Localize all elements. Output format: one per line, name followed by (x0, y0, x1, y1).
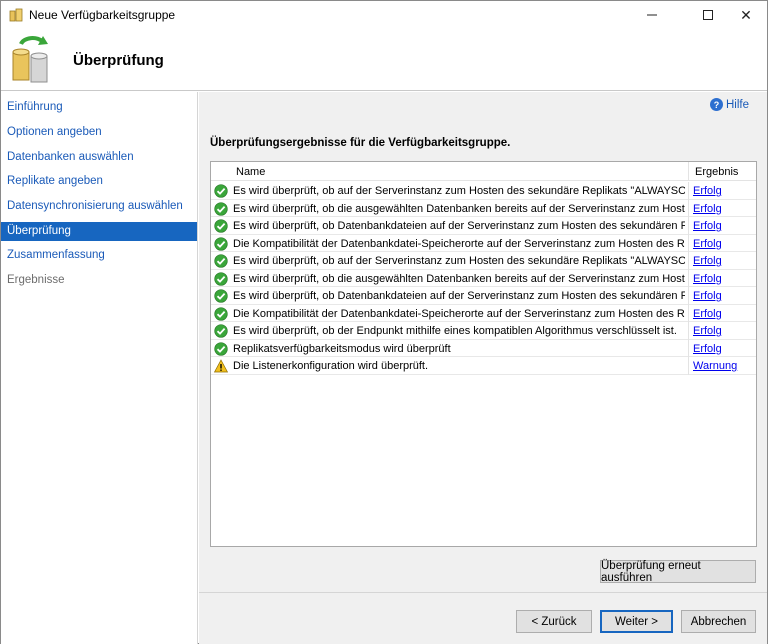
nav-step-optionen[interactable]: Optionen angeben (1, 123, 197, 142)
help-link[interactable]: ? Hilfe (709, 98, 749, 111)
nav-step-einfuehrung[interactable]: Einführung (1, 98, 197, 117)
row-result-link[interactable]: Erfolg (693, 273, 722, 285)
row-result-link[interactable]: Erfolg (693, 220, 722, 232)
table-row[interactable]: Es wird überprüft, ob Datenbankdateien a… (211, 287, 756, 305)
table-row[interactable]: Die Listenerkonfiguration wird überprüft… (211, 357, 756, 375)
success-check-icon (214, 236, 228, 251)
table-row[interactable]: Es wird überprüft, ob Datenbankdateien a… (211, 217, 756, 235)
success-check-icon (214, 306, 228, 321)
success-check-icon (214, 219, 228, 233)
row-result-link[interactable]: Erfolg (693, 238, 722, 250)
nav-step-zusammenfassung[interactable]: Zusammenfassung (1, 246, 197, 265)
footer-divider (199, 592, 767, 593)
success-check-icon (214, 289, 228, 303)
page-title: Überprüfung (73, 52, 164, 69)
row-name: Es wird überprüft, ob Datenbankdateien a… (233, 290, 685, 302)
column-divider (688, 357, 689, 375)
nav-step-ergebnisse: Ergebnisse (7, 274, 65, 286)
results-grid[interactable]: Name Ergebnis Es wird überprüft, ob auf … (210, 161, 757, 547)
column-divider (688, 217, 689, 235)
results-heading: Überprüfungsergebnisse für die Verfügbar… (210, 137, 511, 149)
column-divider (688, 304, 689, 322)
wizard-header: Überprüfung (1, 29, 767, 91)
row-name: Es wird überprüft, ob die ausgewählten D… (233, 272, 685, 285)
maximize-icon (703, 10, 713, 20)
title-bar: Neue Verfügbarkeitsgruppe ✕ (1, 1, 767, 29)
row-name: Replikatsverfügbarkeitsmodus wird überpr… (233, 342, 451, 355)
back-button[interactable]: < Zurück (516, 610, 592, 633)
window-title: Neue Verfügbarkeitsgruppe (29, 8, 176, 22)
close-button[interactable]: ✕ (723, 1, 768, 29)
table-row[interactable]: Es wird überprüft, ob die ausgewählten D… (211, 199, 756, 217)
row-name: Es wird überprüft, ob Datenbankdateien a… (233, 220, 685, 232)
column-divider (688, 322, 689, 340)
nav-step-datenbanken[interactable]: Datenbanken auswählen (1, 148, 197, 167)
minimize-icon (647, 14, 657, 16)
row-result-link[interactable]: Erfolg (693, 343, 722, 355)
grid-header: Name Ergebnis (211, 162, 756, 181)
column-header-name[interactable]: Name (236, 166, 265, 178)
row-result-link[interactable]: Erfolg (693, 255, 722, 267)
warning-icon (214, 359, 228, 373)
row-result-link[interactable]: Warnung (693, 360, 737, 372)
content-panel: ? Hilfe Überprüfungsergebnisse für die V… (199, 92, 767, 644)
column-divider (688, 339, 689, 357)
column-divider (688, 287, 689, 305)
table-row[interactable]: Die Kompatibilität der Datenbankdatei-Sp… (211, 304, 756, 322)
column-divider (688, 199, 689, 217)
column-divider (688, 252, 689, 270)
success-check-icon (214, 324, 228, 338)
row-name: Die Listenerkonfiguration wird überprüft… (233, 360, 429, 372)
close-icon: ✕ (740, 6, 752, 23)
nav-step-replikate[interactable]: Replikate angeben (1, 172, 197, 191)
row-result-link[interactable]: Erfolg (693, 325, 722, 337)
nav-step-datensynchronisierung[interactable]: Datensynchronisierung auswählen (1, 197, 197, 216)
row-result-link[interactable]: Erfolg (693, 290, 722, 302)
row-name: Die Kompatibilität der Datenbankdatei-Sp… (233, 237, 685, 250)
column-divider (688, 182, 689, 200)
success-check-icon (214, 201, 228, 216)
table-row[interactable]: Replikatsverfügbarkeitsmodus wird überpr… (211, 339, 756, 357)
success-check-icon (214, 341, 228, 356)
next-button[interactable]: Weiter > (600, 610, 673, 633)
help-icon: ? (709, 98, 723, 111)
column-divider (688, 234, 689, 252)
database-sync-icon (12, 36, 48, 83)
nav-step-ueberpruefung[interactable]: Überprüfung (1, 222, 197, 241)
table-row[interactable]: Es wird überprüft, ob die ausgewählten D… (211, 269, 756, 287)
row-result-link[interactable]: Erfolg (693, 203, 722, 215)
help-label: Hilfe (725, 98, 749, 111)
success-check-icon (214, 184, 228, 198)
table-row[interactable]: Die Kompatibilität der Datenbankdatei-Sp… (211, 234, 756, 252)
column-divider (688, 269, 689, 287)
row-name: Es wird überprüft, ob die ausgewählten D… (233, 202, 685, 215)
success-check-icon (214, 254, 228, 268)
row-name: Es wird überprüft, ob der Endpunkt mithi… (233, 325, 677, 337)
app-icon (9, 8, 23, 22)
row-name: Die Kompatibilität der Datenbankdatei-Sp… (233, 307, 685, 320)
row-name: Es wird überprüft, ob auf der Serverinst… (233, 185, 685, 197)
row-result-link[interactable]: Erfolg (693, 308, 722, 320)
rerun-validation-button[interactable]: Überprüfung erneut ausführen (600, 560, 756, 584)
wizard-window: Neue Verfügbarkeitsgruppe ✕ Überprüfung … (0, 0, 768, 644)
cancel-button[interactable]: Abbrechen (681, 610, 756, 633)
row-name: Es wird überprüft, ob auf der Serverinst… (233, 255, 685, 267)
column-header-result[interactable]: Ergebnis (695, 166, 738, 178)
success-check-icon (214, 271, 228, 286)
wizard-steps-nav: Einführung Optionen angeben Datenbanken … (1, 92, 198, 644)
minimize-button[interactable] (629, 1, 675, 29)
row-result-link[interactable]: Erfolg (693, 185, 722, 197)
column-divider (688, 162, 689, 181)
table-row[interactable]: Es wird überprüft, ob auf der Serverinst… (211, 182, 756, 200)
table-row[interactable]: Es wird überprüft, ob auf der Serverinst… (211, 252, 756, 270)
table-row[interactable]: Es wird überprüft, ob der Endpunkt mithi… (211, 322, 756, 340)
